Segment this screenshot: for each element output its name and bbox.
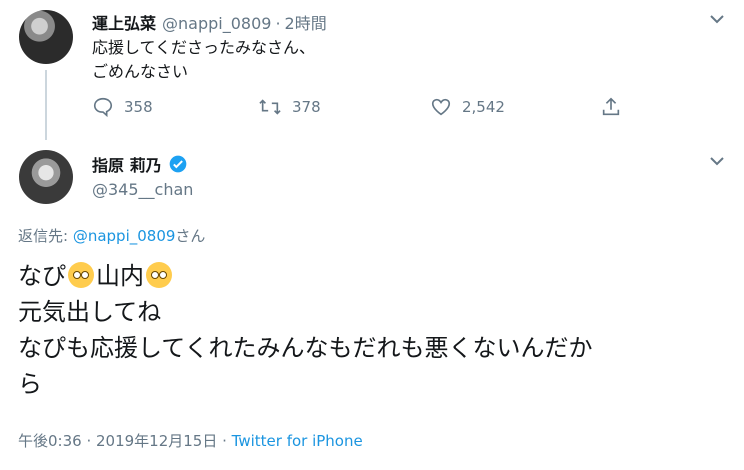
retweet-count: 378 <box>292 98 321 116</box>
verified-badge-icon <box>169 155 186 173</box>
reply-to-mention[interactable]: @nappi_0809 <box>73 227 176 245</box>
tweet1-handle[interactable]: @nappi_0809 <box>162 14 271 33</box>
retweet-button[interactable]: 378 <box>258 96 321 118</box>
retweet-icon <box>259 99 281 115</box>
tweet2-line1: なぴ 山内 <box>18 258 593 294</box>
thread-line <box>45 70 47 140</box>
avatar-sashihara[interactable] <box>19 150 73 204</box>
share-button[interactable] <box>600 96 632 118</box>
chevron-down-icon[interactable] <box>708 10 726 32</box>
tweet2-client[interactable]: Twitter for iPhone <box>232 432 363 450</box>
tweet2-line3: なぴも応援してくれたみんなもだれも悪くないんだか <box>18 334 593 362</box>
tweet2-line2: 元気出してね <box>18 298 162 326</box>
tweet1-display-name[interactable]: 運上弘菜 <box>92 10 156 34</box>
reply-icon <box>93 97 113 118</box>
tweet2-meta: 午後0:36 · 2019年12月15日 · Twitter for iPhon… <box>18 430 363 451</box>
like-icon <box>431 98 451 116</box>
share-icon <box>602 97 620 116</box>
tweet1-header: 運上弘菜 @nappi_0809 · 2時間 <box>92 10 327 34</box>
tweet2-display-name[interactable]: 指原 莉乃 <box>92 152 162 176</box>
tweet2-text: なぴ 山内 元気出してね なぴも応援してくれたみんなもだれも悪くないんだか ら <box>18 258 593 402</box>
chevron-down-icon[interactable] <box>708 152 726 174</box>
like-count: 2,542 <box>462 98 505 116</box>
tweet2-name-row: 指原 莉乃 <box>92 152 188 176</box>
reply-button[interactable]: 358 <box>92 96 153 118</box>
text-yamauchi: 山内 <box>96 262 144 290</box>
tweet2-line4: ら <box>18 370 42 398</box>
separator-dot: · <box>275 14 281 33</box>
text-nappi: なぴ <box>18 262 66 290</box>
rolling-eyes-emoji <box>68 262 94 288</box>
tweet2-timestamp[interactable]: 午後0:36 · 2019年12月15日 · <box>18 432 232 450</box>
rolling-eyes-emoji <box>146 262 172 288</box>
tweet1-text: 応援してくださったみなさん、 ごめんなさい <box>92 38 316 81</box>
tweet1-time[interactable]: 2時間 <box>285 10 327 34</box>
avatar-nappi[interactable] <box>19 10 73 64</box>
tweet2-handle[interactable]: @345__chan <box>92 180 193 199</box>
reply-count: 358 <box>124 98 153 116</box>
like-button[interactable]: 2,542 <box>430 96 505 118</box>
reply-to-line: 返信先: @nappi_0809さん <box>18 225 205 246</box>
reply-to-suffix: さん <box>175 227 206 245</box>
reply-to-prefix: 返信先: <box>18 227 73 245</box>
